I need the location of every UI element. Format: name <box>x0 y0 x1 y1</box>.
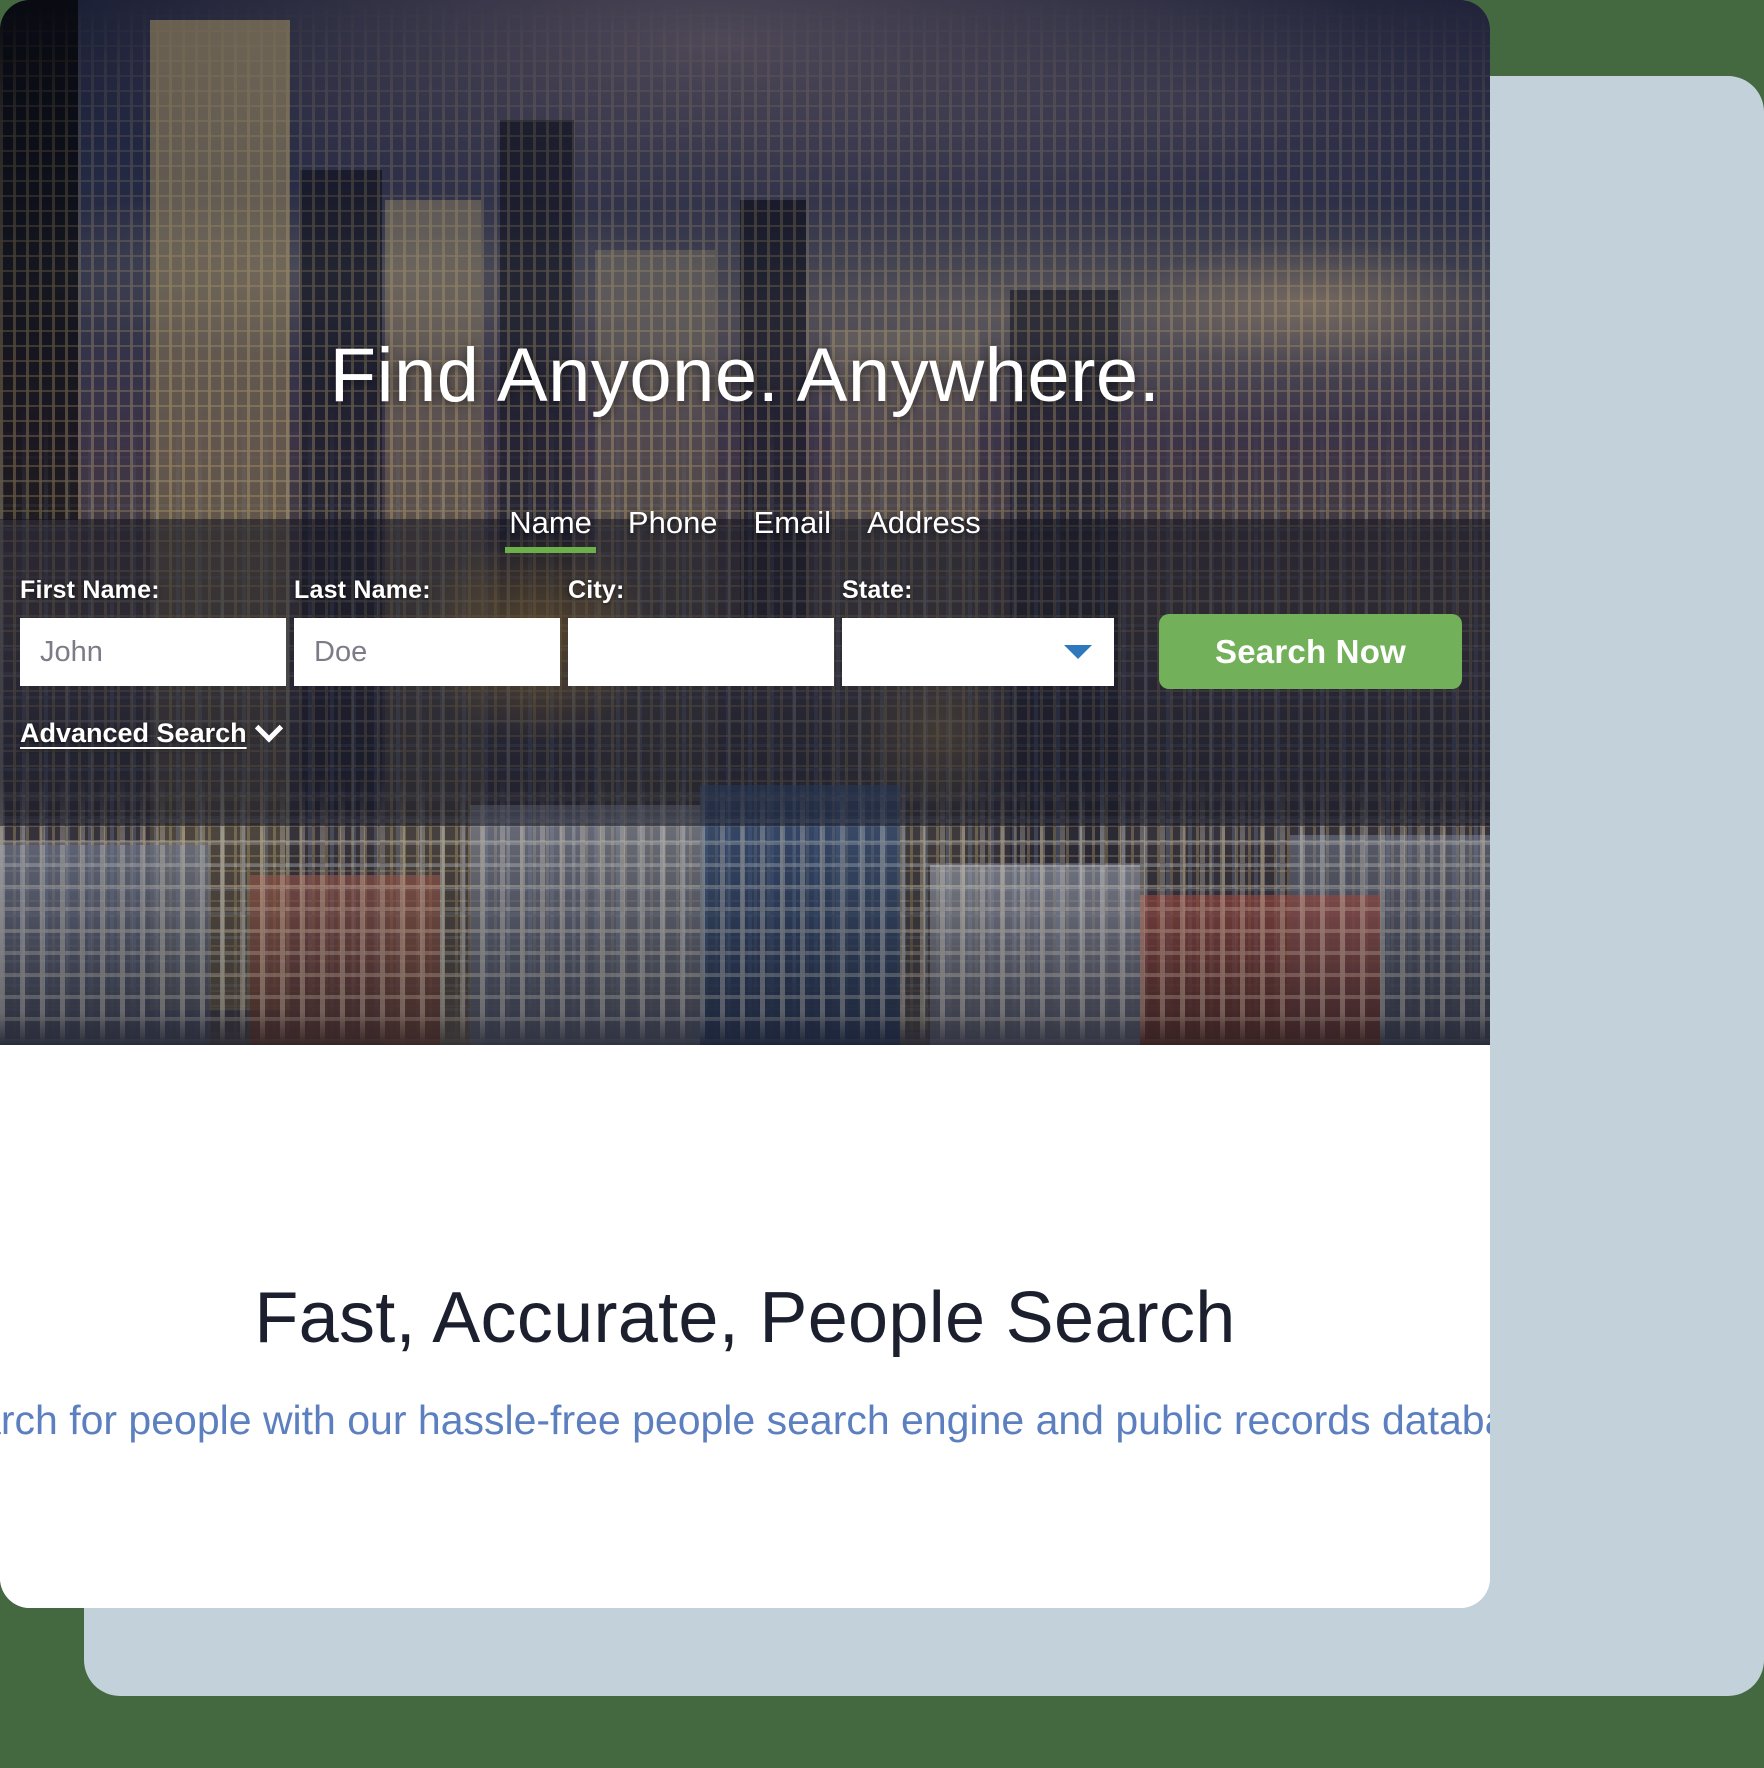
tab-name[interactable]: Name <box>491 505 610 555</box>
page-card: Find Anyone. Anywhere. Name Phone Email … <box>0 0 1490 1608</box>
last-name-label: Last Name: <box>294 576 431 604</box>
state-label: State: <box>842 576 913 604</box>
last-name-input[interactable] <box>294 618 560 686</box>
tab-address[interactable]: Address <box>849 505 999 555</box>
section-subtitle: Search for people with our hassle-free p… <box>0 1397 1490 1443</box>
hero-section: Find Anyone. Anywhere. Name Phone Email … <box>0 0 1490 1045</box>
last-name-field-group: Last Name: <box>294 576 560 686</box>
first-name-input[interactable] <box>20 618 286 686</box>
tab-email-label: Email <box>753 505 832 540</box>
state-field-group: State: <box>842 576 1114 686</box>
first-name-field-group: First Name: <box>20 576 286 686</box>
section-title: Fast, Accurate, People Search <box>254 1278 1236 1358</box>
city-field-group: City: <box>568 576 834 686</box>
intro-section: Fast, Accurate, People Search Search for… <box>0 1045 1490 1608</box>
hero-content: Find Anyone. Anywhere. Name Phone Email … <box>0 0 1490 1045</box>
state-select-wrapper <box>842 618 1114 686</box>
search-type-tabs: Name Phone Email Address <box>0 505 1490 555</box>
state-select[interactable] <box>842 618 1114 686</box>
tab-phone-label: Phone <box>627 505 718 540</box>
tab-phone[interactable]: Phone <box>610 505 736 555</box>
advanced-search-label: Advanced Search <box>20 718 247 748</box>
tab-address-label: Address <box>867 505 981 540</box>
search-now-button[interactable]: Search Now <box>1159 614 1462 689</box>
page-title: Find Anyone. Anywhere. <box>329 333 1161 418</box>
city-label: City: <box>568 576 625 604</box>
first-name-label: First Name: <box>20 576 160 604</box>
tab-email[interactable]: Email <box>736 505 850 555</box>
chevron-down-icon <box>254 713 283 742</box>
city-input[interactable] <box>568 618 834 686</box>
advanced-search-toggle[interactable]: Advanced Search <box>20 713 283 749</box>
tab-name-label: Name <box>509 505 592 540</box>
